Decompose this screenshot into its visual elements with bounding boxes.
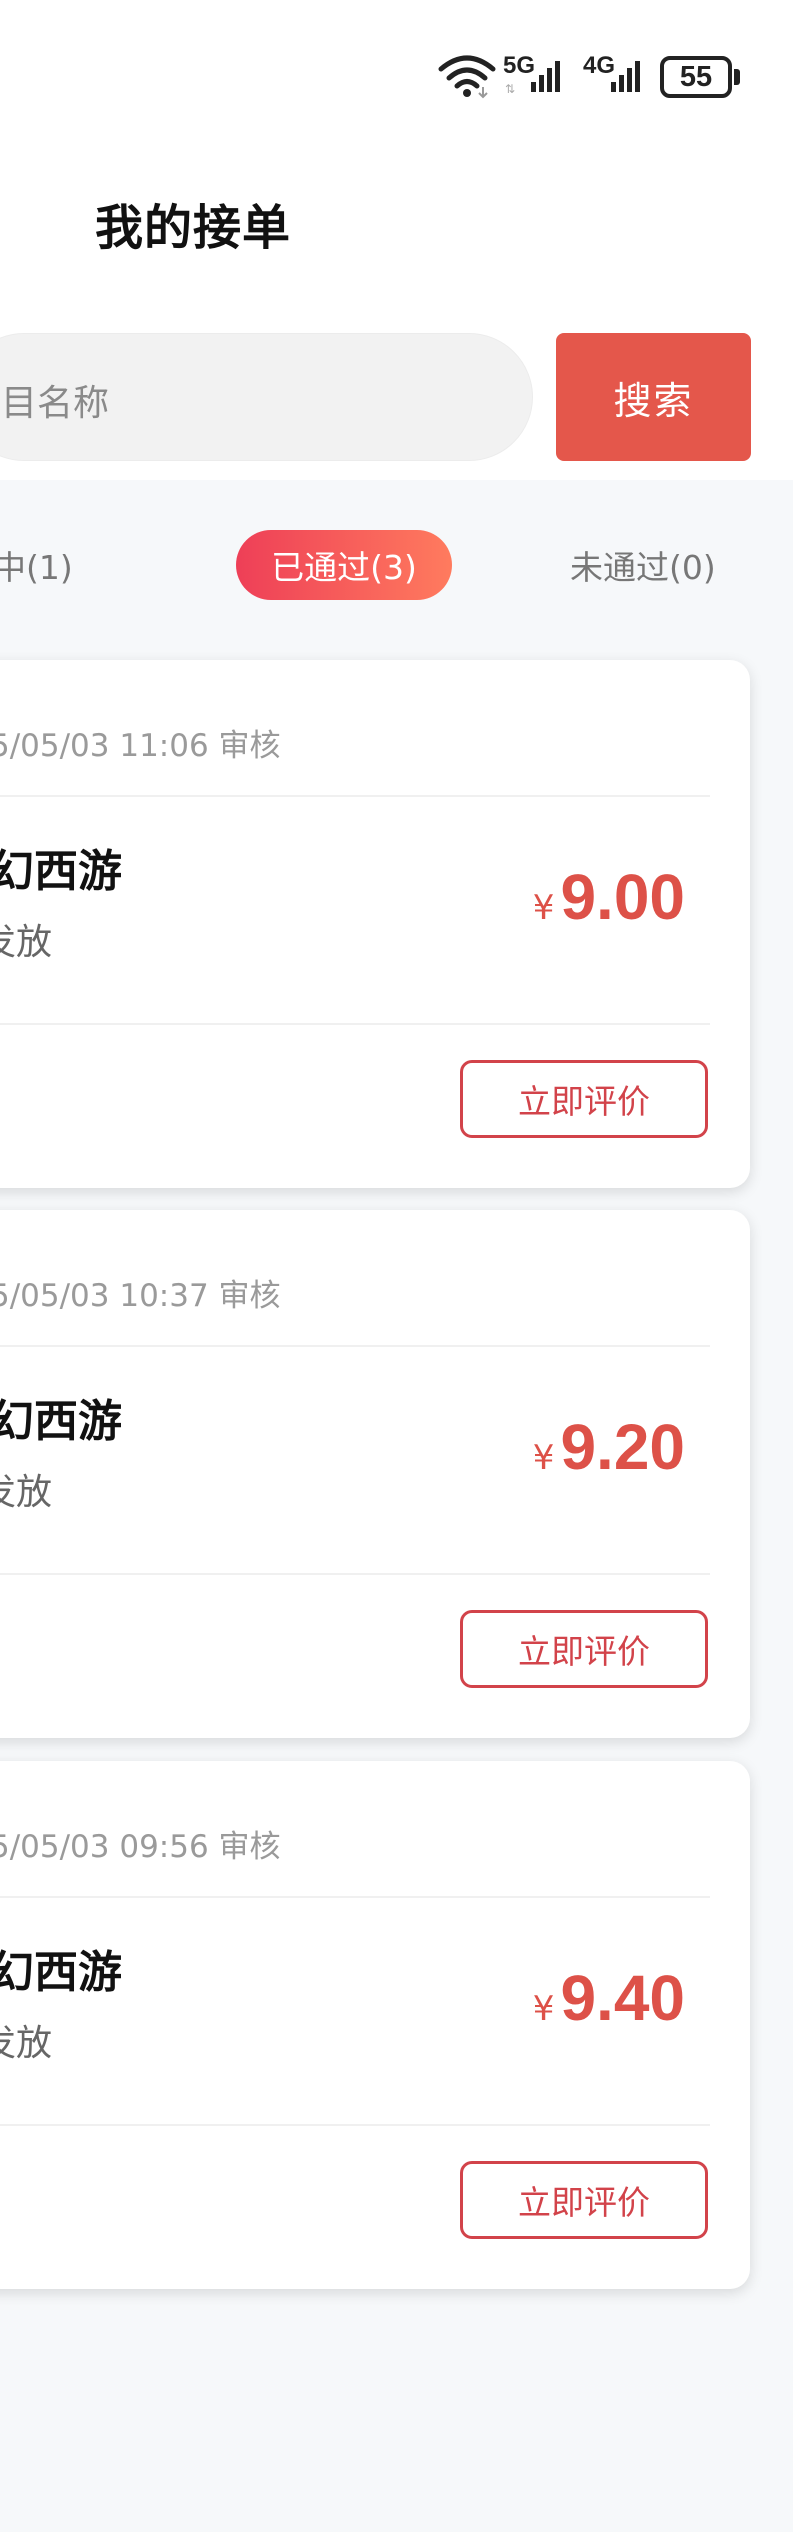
wifi-icon xyxy=(438,55,496,99)
battery-icon: 55 xyxy=(660,56,740,98)
signal-4g-icon: 4G xyxy=(583,50,653,100)
divider xyxy=(0,795,710,797)
order-price: ¥9.20 xyxy=(533,1410,685,1484)
signal-bars-icon xyxy=(531,61,560,92)
order-card[interactable]: 5/05/03 10:37 审核 幻西游 发放 ¥9.20 立即评价 xyxy=(0,1210,750,1738)
divider xyxy=(0,1345,710,1347)
order-card[interactable]: 5/05/03 09:56 审核 幻西游 发放 ¥9.40 立即评价 xyxy=(0,1761,750,2289)
divider xyxy=(0,1023,710,1025)
page: 5G ⇅ 4G 55 我的接单 目名称 搜索 中(1) 已通过(3) 未通过(0… xyxy=(0,0,793,2532)
price-amount: 9.00 xyxy=(560,861,685,933)
tab-reviewing[interactable]: 核中(1) xyxy=(0,530,73,600)
divider xyxy=(0,1896,710,1898)
review-button[interactable]: 立即评价 xyxy=(460,2161,708,2239)
game-name: 幻西游 xyxy=(0,1947,122,1998)
order-time: 5/05/03 11:06 审核 xyxy=(0,728,281,764)
review-button[interactable]: 立即评价 xyxy=(460,1060,708,1138)
battery-body: 55 xyxy=(660,56,732,98)
search-placeholder: 目名称 xyxy=(1,383,110,424)
price-amount: 9.20 xyxy=(560,1411,685,1483)
search-input[interactable]: 目名称 xyxy=(0,333,533,461)
search-button[interactable]: 搜索 xyxy=(556,333,751,461)
tab-rejected[interactable]: 未通过(0) xyxy=(570,530,716,600)
price-amount: 9.40 xyxy=(560,1962,685,2034)
currency-symbol: ¥ xyxy=(532,1989,555,2029)
game-name: 幻西游 xyxy=(0,846,122,897)
status-bar: 5G ⇅ 4G 55 xyxy=(0,0,793,150)
game-name: 幻西游 xyxy=(0,1396,122,1447)
order-time: 5/05/03 09:56 审核 xyxy=(0,1829,281,1865)
divider xyxy=(0,2124,710,2126)
order-status: 发放 xyxy=(0,922,53,963)
order-price: ¥9.40 xyxy=(533,1961,685,2035)
order-time: 5/05/03 10:37 审核 xyxy=(0,1278,281,1314)
signal-5g-icon: 5G ⇅ xyxy=(503,50,573,100)
order-status: 发放 xyxy=(0,1472,53,1513)
review-button[interactable]: 立即评价 xyxy=(460,1610,708,1688)
signal-bars-icon xyxy=(611,61,640,92)
order-card[interactable]: 5/05/03 11:06 审核 幻西游 发放 ¥9.00 立即评价 xyxy=(0,660,750,1188)
currency-symbol: ¥ xyxy=(532,888,555,928)
order-status: 发放 xyxy=(0,2023,53,2064)
page-title: 我的接单 xyxy=(95,200,292,256)
data-arrows-icon: ⇅ xyxy=(505,82,516,96)
battery-tip xyxy=(734,69,740,85)
currency-symbol: ¥ xyxy=(532,1438,555,1478)
tab-approved[interactable]: 已通过(3) xyxy=(236,530,452,600)
order-price: ¥9.00 xyxy=(533,860,685,934)
battery-level: 55 xyxy=(679,60,713,93)
divider xyxy=(0,1573,710,1575)
